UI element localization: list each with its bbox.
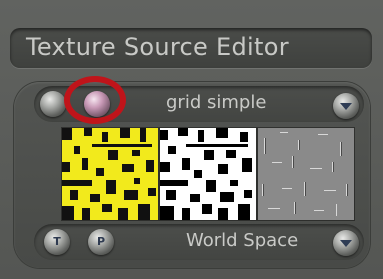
texture-preview-mask[interactable] <box>160 128 256 220</box>
source-dropdown-button[interactable] <box>333 93 359 119</box>
t-button[interactable]: T <box>44 229 70 255</box>
texture-preview-color[interactable] <box>62 128 158 220</box>
source-name-label: grid simple <box>166 92 267 113</box>
eye-toggle-icon[interactable] <box>40 91 66 117</box>
space-dropdown-button[interactable] <box>333 230 359 256</box>
highlight-circle <box>64 76 126 124</box>
title-bar: Texture Source Editor <box>10 28 372 68</box>
page-title: Texture Source Editor <box>26 33 289 61</box>
space-label: World Space <box>186 230 299 251</box>
texture-preview-bump[interactable] <box>258 128 354 220</box>
t-button-icon: T <box>53 235 61 248</box>
dropdown-chevron-icon <box>340 103 352 110</box>
p-button-icon: P <box>96 235 106 248</box>
dropdown-chevron-icon <box>340 240 352 247</box>
p-button[interactable]: P <box>88 229 114 255</box>
